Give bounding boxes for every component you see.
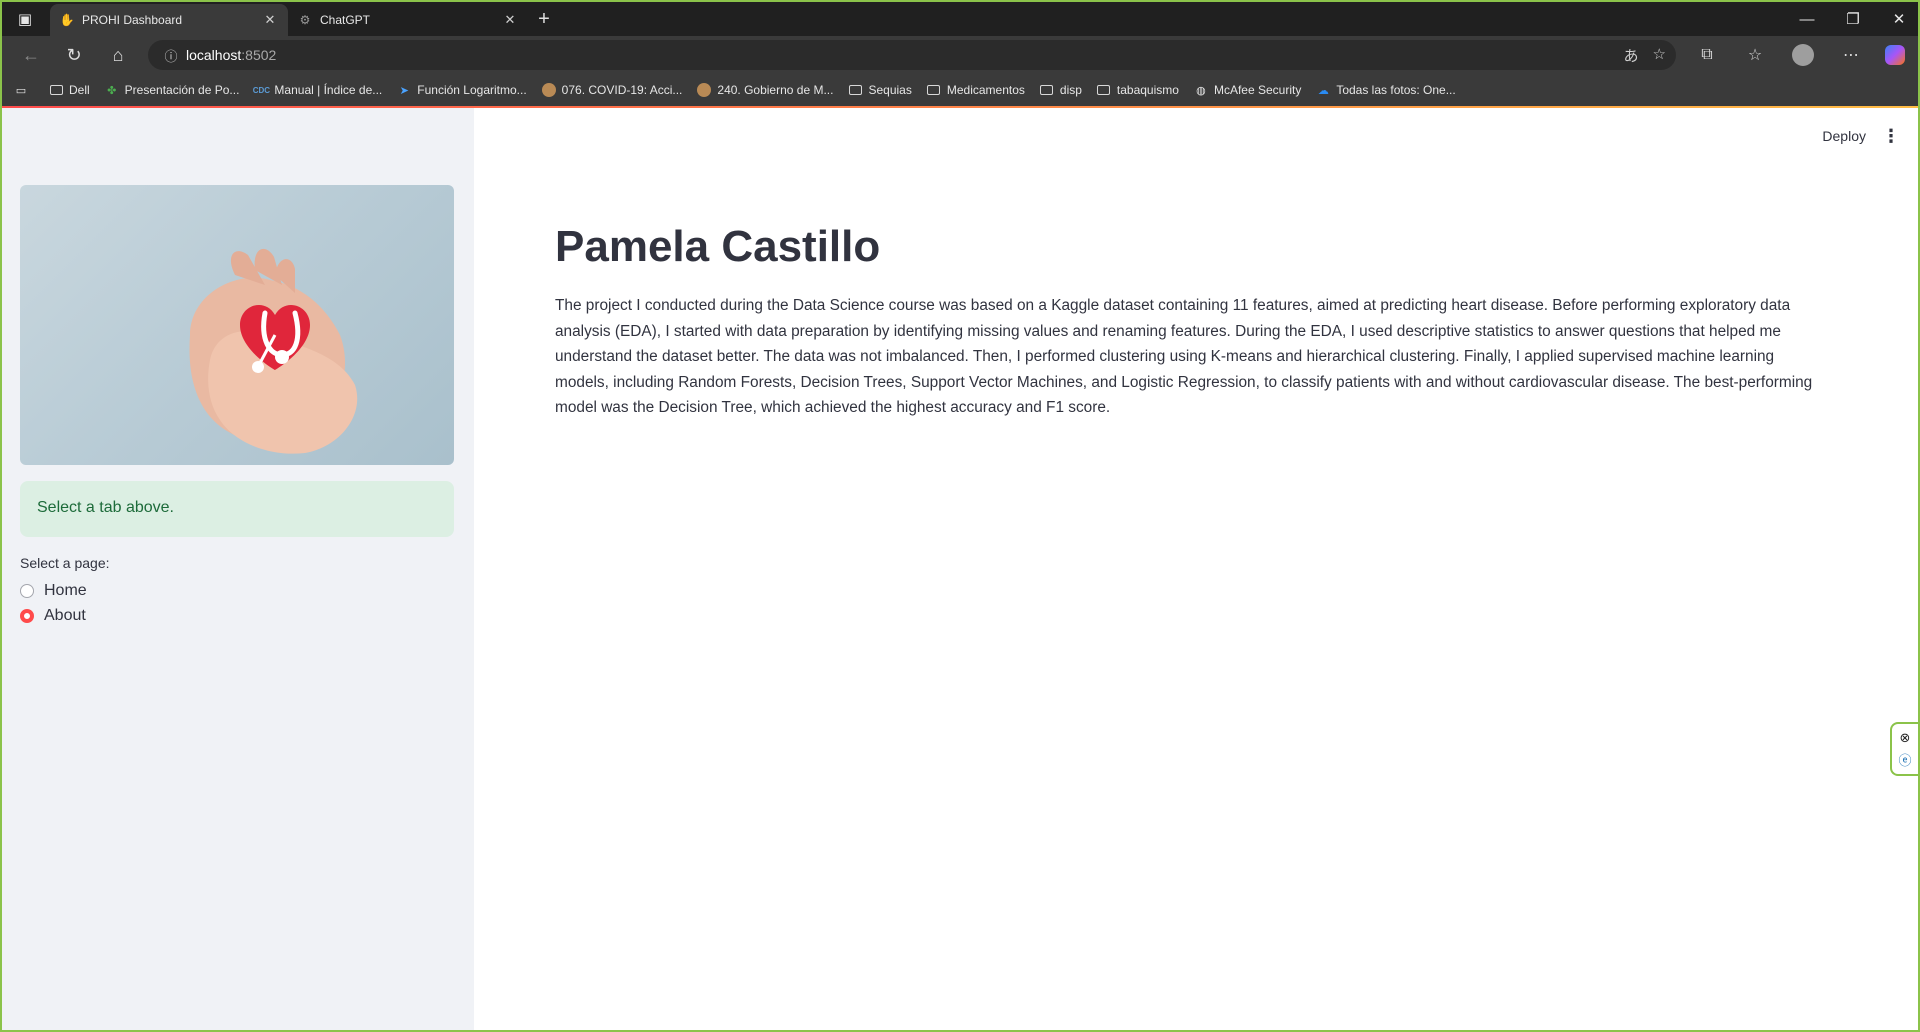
bookmark-item[interactable]: Dell — [49, 83, 90, 97]
address-port: :8502 — [241, 47, 277, 63]
bookmark-item[interactable]: ✤ Presentación de Po... — [105, 83, 239, 97]
bookmark-item[interactable]: disp — [1040, 83, 1082, 97]
profile-avatar[interactable] — [1788, 41, 1818, 69]
tab-strip: ▣ ✋ PROHI Dashboard ✕ ⚙ ChatGPT ✕ + — ❐ … — [2, 2, 1918, 36]
folder-icon — [49, 83, 63, 97]
bookmark-item[interactable]: ◍ McAfee Security — [1194, 83, 1301, 97]
floating-extension-widget[interactable]: ⊗ ⓔ — [1890, 722, 1918, 776]
deploy-button[interactable]: Deploy — [1822, 128, 1866, 144]
minimize-icon[interactable]: — — [1784, 2, 1830, 36]
sidebar: Select a tab above. Select a page: Home … — [2, 108, 474, 1030]
clover-icon: ✤ — [107, 84, 117, 97]
address-host: localhost — [186, 47, 242, 63]
bookmarks-menu-icon[interactable]: ▭ — [14, 83, 34, 97]
arrow-icon: ➤ — [399, 84, 409, 97]
radio-option-home[interactable]: Home — [20, 582, 87, 600]
favorites-icon[interactable]: ☆ — [1740, 41, 1770, 69]
radio-button-icon[interactable] — [20, 584, 34, 598]
more-icon[interactable]: ⋯ — [1836, 41, 1866, 69]
main-menu-icon[interactable]: ⋮ — [1882, 126, 1900, 147]
cdc-icon: CDC — [252, 85, 271, 95]
new-tab-button[interactable]: + — [532, 8, 556, 30]
globe-icon: ◍ — [1196, 84, 1206, 97]
tab-actions-icon[interactable]: ▣ — [2, 2, 48, 36]
address-bar[interactable]: ⓘ localhost:8502 あ ☆ — [148, 40, 1676, 70]
bookmark-item[interactable]: Sequias — [848, 83, 912, 97]
restore-icon[interactable]: ❐ — [1830, 2, 1876, 36]
extensions-icon[interactable]: ⧉ — [1692, 41, 1722, 69]
radio-group-label: Select a page: — [20, 555, 110, 571]
close-circle-icon[interactable]: ⊗ — [1900, 730, 1911, 746]
cloud-icon: ☁ — [1317, 84, 1329, 97]
close-icon[interactable]: ✕ — [262, 12, 278, 28]
bookmark-item[interactable]: Medicamentos — [927, 83, 1025, 97]
back-icon[interactable]: ← — [16, 41, 46, 69]
info-alert: Select a tab above. — [20, 481, 454, 537]
favorite-star-icon[interactable]: ☆ — [1653, 45, 1666, 66]
circle-icon — [541, 83, 556, 97]
page-title: Pamela Castillo — [555, 222, 881, 271]
home-icon[interactable]: ⌂ — [103, 41, 133, 69]
window-close-icon[interactable]: ✕ — [1876, 2, 1918, 36]
bookmark-item[interactable]: CDC Manual | Índice de... — [252, 83, 383, 97]
bookmark-item[interactable]: ➤ Función Logaritmo... — [397, 83, 527, 97]
radio-option-label: About — [44, 607, 86, 624]
bookmark-item[interactable]: ☁ Todas las fotos: One... — [1316, 83, 1456, 97]
tab-title: PROHI Dashboard — [82, 13, 183, 27]
info-icon[interactable]: ⓘ — [156, 46, 186, 65]
bookmarks-bar: ▭ Dell ✤ Presentación de Po... CDC Manua… — [2, 74, 1918, 106]
radio-option-about[interactable]: About — [20, 607, 86, 625]
copilot-icon[interactable] — [1880, 41, 1910, 69]
folder-icon — [848, 83, 862, 97]
close-icon[interactable]: ✕ — [502, 12, 518, 28]
radio-button-selected-icon[interactable] — [20, 609, 34, 623]
tab-prohi-dashboard[interactable]: ✋ PROHI Dashboard ✕ — [50, 4, 288, 36]
tab-chatgpt[interactable]: ⚙ ChatGPT ✕ — [288, 4, 528, 36]
radio-option-label: Home — [44, 582, 87, 599]
folder-icon — [1097, 83, 1111, 97]
bookmark-item[interactable]: tabaquismo — [1097, 83, 1179, 97]
browser-toolbar: ← ↻ ⌂ ⓘ localhost:8502 あ ☆ ⧉ ☆ ⋯ — [2, 36, 1918, 74]
project-description: The project I conducted during the Data … — [555, 297, 1813, 417]
chatgpt-icon: ⚙ — [299, 13, 311, 27]
main-content: Deploy ⋮ Pamela Castillo The project I c… — [474, 108, 1918, 1030]
bookmark-item[interactable]: 076. COVID-19: Acci... — [541, 83, 682, 97]
hands-heart-stethoscope-image — [20, 185, 454, 465]
refresh-icon[interactable]: ↻ — [59, 41, 89, 69]
folder-icon — [927, 83, 941, 97]
tab-title: ChatGPT — [320, 13, 371, 27]
extension-icon[interactable]: ⓔ — [1898, 750, 1911, 769]
circle-icon — [697, 83, 712, 97]
browser-window: ▣ ✋ PROHI Dashboard ✕ ⚙ ChatGPT ✕ + — ❐ … — [0, 0, 1920, 1032]
bookmark-item[interactable]: 240. Gobierno de M... — [697, 83, 833, 97]
folder-icon — [1040, 83, 1054, 97]
translate-icon[interactable]: あ — [1624, 45, 1639, 66]
hand-icon: ✋ — [59, 13, 75, 27]
